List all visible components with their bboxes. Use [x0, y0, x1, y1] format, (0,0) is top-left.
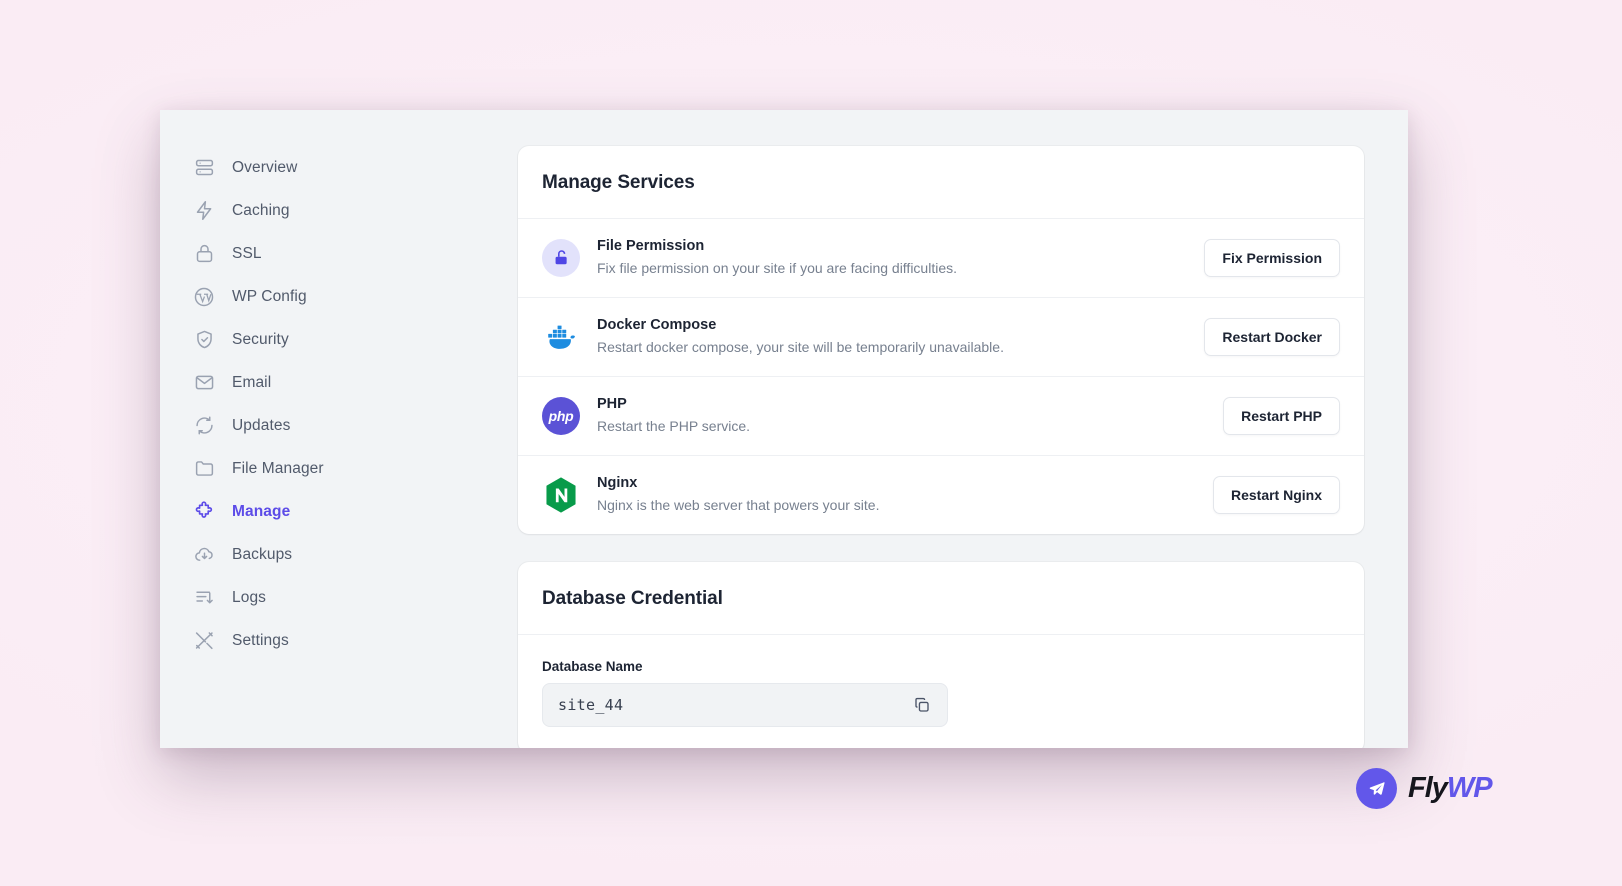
docker-icon: [542, 318, 580, 356]
service-description: Nginx is the web server that powers your…: [597, 496, 880, 513]
sidebar-item-security[interactable]: Security: [160, 318, 474, 361]
app-window: Overview Caching SSL WP Config Security …: [160, 110, 1408, 748]
sidebar-item-backups[interactable]: Backups: [160, 533, 474, 576]
service-name: Docker Compose: [597, 316, 717, 333]
puzzle-icon: [193, 500, 215, 523]
service-description: Restart the PHP service.: [597, 417, 751, 434]
cloud-download-icon: [193, 544, 215, 566]
unlock-icon: [542, 238, 580, 277]
sidebar-item-logs[interactable]: Logs: [160, 576, 474, 619]
sidebar-item-caching[interactable]: Caching: [160, 189, 474, 232]
service-description: Restart docker compose, your site will b…: [597, 338, 1004, 355]
service-name: Nginx: [597, 474, 638, 491]
sidebar-item-label: SSL: [232, 244, 262, 262]
sidebar-item-label: Caching: [232, 201, 290, 219]
service-name: File Permission: [597, 238, 705, 254]
sidebar: Overview Caching SSL WP Config Security …: [160, 110, 474, 748]
sidebar-item-label: Logs: [232, 588, 267, 606]
restart-nginx-button[interactable]: Restart Nginx: [1212, 475, 1340, 514]
service-row: Nginx Nginx is the web server that power…: [518, 454, 1364, 534]
restart-docker-button[interactable]: Restart Docker: [1204, 317, 1340, 356]
copy-icon[interactable]: [911, 694, 933, 716]
database-name-value: site_44: [558, 695, 624, 714]
folder-icon: [193, 458, 215, 480]
service-row: Docker Compose Restart docker compose, y…: [518, 296, 1364, 376]
logo-word-fly: Fly: [1408, 772, 1448, 804]
php-wordmark: php: [542, 396, 580, 435]
refresh-icon: [193, 415, 215, 437]
sidebar-item-file-manager[interactable]: File Manager: [160, 447, 474, 490]
tools-icon: [193, 630, 215, 652]
logs-icon: [193, 587, 215, 609]
sidebar-item-settings[interactable]: Settings: [160, 619, 474, 662]
sidebar-item-label: Security: [232, 330, 289, 348]
sidebar-item-wp-config[interactable]: WP Config: [160, 275, 474, 318]
service-description: Fix file permission on your site if you …: [597, 260, 958, 276]
sidebar-item-label: Backups: [232, 545, 293, 563]
sidebar-item-label: WP Config: [232, 287, 307, 305]
page-title: Manage Services: [542, 172, 695, 193]
sidebar-item-label: Manage: [232, 502, 291, 520]
nginx-icon: [542, 476, 580, 514]
service-row: File Permission Fix file permission on y…: [518, 219, 1364, 297]
database-name-input[interactable]: site_44: [542, 682, 948, 727]
database-credential-header: Database Credential: [518, 562, 1364, 635]
wordpress-icon: [193, 286, 215, 308]
paper-plane-icon: [1356, 768, 1397, 809]
sidebar-item-manage[interactable]: Manage: [160, 490, 474, 533]
section-title: Database Credential: [542, 587, 723, 609]
sidebar-item-label: Settings: [232, 631, 289, 649]
lock-icon: [193, 243, 215, 265]
logo-wordmark: FlyWP: [1408, 772, 1493, 804]
manage-services-card: Manage Services File Permission Fix file…: [518, 146, 1364, 534]
server-icon: [193, 157, 215, 179]
php-icon: php: [542, 396, 580, 435]
sidebar-item-label: Updates: [232, 416, 291, 434]
sidebar-item-ssl[interactable]: SSL: [160, 232, 474, 275]
shield-check-icon: [193, 329, 215, 351]
fix-permission-button[interactable]: Fix Permission: [1204, 238, 1340, 277]
flywp-logo: FlyWP: [1356, 768, 1493, 809]
sidebar-item-label: File Manager: [232, 459, 324, 477]
database-name-label: Database Name: [542, 658, 643, 674]
manage-services-header: Manage Services: [518, 146, 1364, 219]
sidebar-item-label: Overview: [232, 158, 298, 176]
restart-php-button[interactable]: Restart PHP: [1223, 396, 1340, 435]
database-credential-card: Database Credential Database Name site_4…: [518, 561, 1364, 748]
sidebar-item-label: Email: [232, 373, 272, 391]
service-name: PHP: [597, 395, 627, 412]
main-content: Manage Services File Permission Fix file…: [474, 110, 1408, 748]
sidebar-item-overview[interactable]: Overview: [160, 146, 474, 189]
sidebar-item-email[interactable]: Email: [160, 361, 474, 404]
bolt-icon: [193, 200, 215, 222]
logo-word-wp: WP: [1446, 772, 1493, 804]
envelope-icon: [193, 372, 215, 394]
service-row: php PHP Restart the PHP service. Restart…: [518, 375, 1364, 455]
sidebar-item-updates[interactable]: Updates: [160, 404, 474, 447]
database-name-field-block: Database Name site_44: [518, 635, 1364, 748]
